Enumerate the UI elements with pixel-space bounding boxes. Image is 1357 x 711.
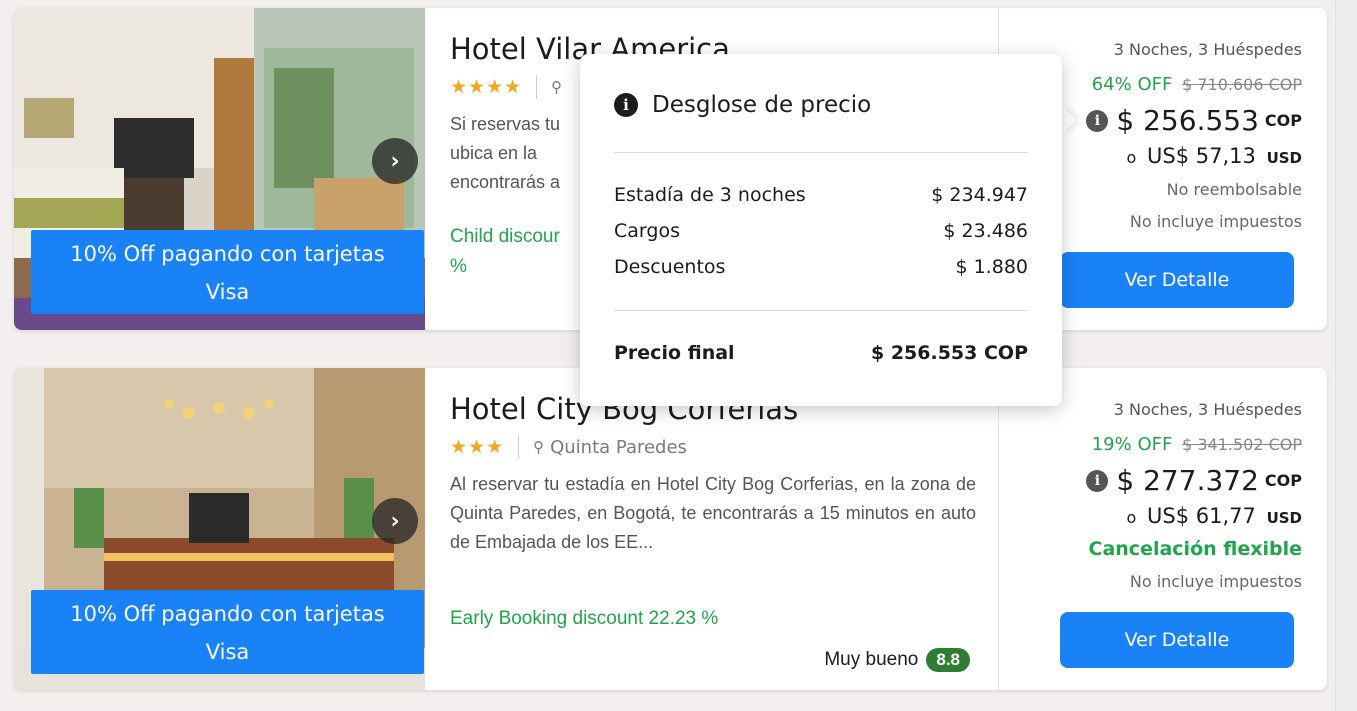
usd-currency: USD: [1266, 509, 1302, 527]
popover-title: Desglose de precio: [652, 92, 872, 118]
hotel-card: › 10% Off pagando con tarjetas Visa Hote…: [14, 368, 1327, 690]
main-price: i $ 277.372 COP: [1086, 464, 1302, 497]
pricing-panel: 3 Noches, 3 Huéspedes 19% OFF $ 341.502 …: [999, 368, 1302, 690]
page-scrollbar[interactable]: [1335, 0, 1357, 711]
final-price-row: Precio final $ 256.553 COP: [614, 342, 1028, 364]
promo-banner: 10% Off pagando con tarjetas Visa: [31, 230, 424, 314]
main-price: i $ 256.553 COP: [1086, 104, 1302, 137]
breakdown-value: $ 1.880: [955, 256, 1028, 278]
map-pin-icon: ⚲: [533, 438, 545, 456]
ver-detalle-button[interactable]: Ver Detalle: [1060, 612, 1294, 668]
divider: [536, 75, 538, 99]
chevron-right-icon: ›: [390, 148, 400, 174]
review-label: Muy bueno: [824, 649, 919, 670]
promo-line-1: 10% Off pagando con tarjetas: [70, 602, 385, 626]
info-icon: i: [614, 93, 638, 117]
off-percentage: 19% OFF: [1091, 434, 1173, 455]
nights-guests: 3 Noches, 3 Huéspedes: [1113, 40, 1302, 59]
discount-percentage: 64% OFF $ 710.606 COP: [1092, 74, 1302, 95]
old-price: $ 341.502 COP: [1182, 435, 1302, 454]
breakdown-row: Estadía de 3 noches $ 234.947: [614, 184, 1028, 206]
usd-prefix: o: [1126, 148, 1137, 167]
info-icon[interactable]: i: [1086, 109, 1109, 132]
price-value: $ 256.553: [1116, 104, 1259, 137]
breakdown-row: Cargos $ 23.486: [614, 220, 1028, 242]
discount-text: Child discour %: [450, 222, 560, 282]
breakdown-label: Cargos: [614, 220, 680, 242]
price-value: $ 277.372: [1116, 464, 1259, 497]
breakdown-value: $ 234.947: [931, 184, 1028, 206]
tax-note: No incluye impuestos: [1129, 572, 1302, 591]
breakdown-value: $ 23.486: [943, 220, 1028, 242]
divider: [614, 152, 1028, 153]
final-price-label: Precio final: [614, 342, 735, 364]
divider: [518, 435, 520, 459]
old-price: $ 710.606 COP: [1182, 75, 1302, 94]
divider: [614, 310, 1028, 311]
usd-price: o US$ 61,77 USD: [1127, 504, 1302, 528]
info-icon[interactable]: i: [1086, 469, 1109, 492]
usd-price: o US$ 57,13 USD: [1127, 144, 1302, 168]
promo-line-2: Visa: [205, 280, 250, 304]
hotel-description: Al reservar tu estadía en Hotel City Bog…: [450, 474, 976, 552]
discount-percentage: 19% OFF $ 341.502 COP: [1092, 434, 1302, 455]
tax-note: No incluye impuestos: [1129, 212, 1302, 231]
nights-guests: 3 Noches, 3 Huéspedes: [1113, 400, 1302, 419]
star-rating: ★★★★: [450, 76, 523, 98]
cancellation-policy: No reembolsable: [1166, 180, 1302, 199]
next-photo-button[interactable]: ›: [372, 498, 418, 544]
breakdown-label: Estadía de 3 noches: [614, 184, 806, 206]
usd-prefix: o: [1126, 508, 1137, 527]
usd-value: US$ 57,13: [1147, 144, 1256, 168]
breakdown-label: Descuentos: [614, 256, 726, 278]
usd-value: US$ 61,77: [1147, 504, 1256, 528]
off-percentage: 64% OFF: [1091, 74, 1173, 95]
usd-currency: USD: [1266, 149, 1302, 167]
chevron-right-icon: ›: [390, 508, 400, 534]
promo-line-1: 10% Off pagando con tarjetas: [70, 242, 385, 266]
discount-line-1: Child discour: [450, 226, 560, 247]
next-photo-button[interactable]: ›: [372, 138, 418, 184]
price-breakdown-popover: i Desglose de precio Estadía de 3 noches…: [580, 54, 1062, 406]
map-pin-icon: ⚲: [551, 78, 563, 96]
hotel-location: Quinta Paredes: [550, 436, 687, 458]
discount-text: Early Booking discount 22.23 %: [450, 608, 719, 629]
rating-row: ★★★★ ⚲: [450, 74, 568, 100]
price-currency: COP: [1264, 471, 1302, 490]
rating-row: ★★★ ⚲ Quinta Paredes: [450, 434, 687, 460]
hotel-info: Hotel City Bog Corferias ★★★ ⚲ Quinta Pa…: [450, 368, 998, 690]
popover-header: i Desglose de precio: [614, 92, 871, 118]
review-rating: Muy bueno 8.8: [824, 648, 970, 672]
promo-line-2: Visa: [205, 640, 250, 664]
promo-banner: 10% Off pagando con tarjetas Visa: [31, 590, 424, 674]
price-currency: COP: [1264, 111, 1302, 130]
ver-detalle-button[interactable]: Ver Detalle: [1060, 252, 1294, 308]
star-rating: ★★★: [450, 436, 505, 458]
hotel-photo[interactable]: › 10% Off pagando con tarjetas Visa: [14, 368, 425, 690]
final-price-value: $ 256.553 COP: [870, 342, 1028, 364]
hotel-photo[interactable]: › 10% Off pagando con tarjetas Visa: [14, 8, 425, 330]
cancellation-policy: Cancelación flexible: [1088, 538, 1302, 560]
review-score-badge: 8.8: [926, 648, 970, 672]
discount-line-2: %: [450, 256, 467, 277]
breakdown-row: Descuentos $ 1.880: [614, 256, 1028, 278]
